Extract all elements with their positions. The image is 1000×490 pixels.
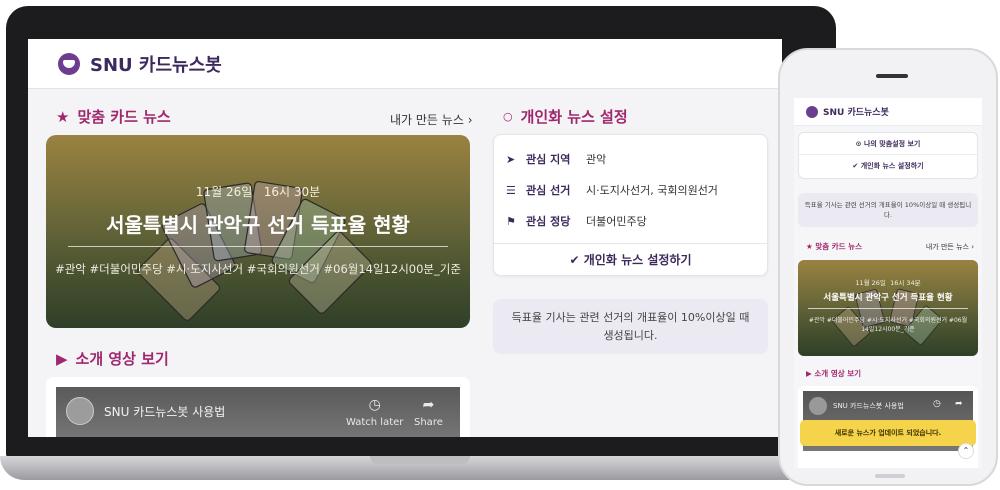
share-arrow-icon: ➦ — [422, 397, 435, 413]
settings-section-title: ○ 개인화 뉴스 설정 — [503, 108, 628, 126]
share-arrow-icon[interactable]: ➦ — [955, 399, 963, 409]
phone-device: SNU 카드뉴스봇 ⊙ 나의 맞춤설정 보기 ✔ 개인화 뉴스 설정하기 득표율… — [778, 48, 998, 486]
mobile-card-datetime: 11월 26일 16시 34분 — [855, 279, 921, 287]
settings-row-election: ☰ 관심 선거 시·도지사선거, 국회의원선거 — [506, 183, 718, 198]
card-datetime: 11월 26일 16시 30분 — [195, 185, 321, 199]
app-brand[interactable]: SNU 카드뉴스봇 — [90, 51, 222, 77]
chevron-right-icon: › — [467, 113, 473, 127]
app-header: SNU 카드뉴스봇 — [28, 39, 782, 89]
clock-icon: ◷ — [368, 397, 381, 413]
laptop-device: SNU 카드뉴스봇 ★ 맞춤 카드 뉴스 내가 만든 뉴스 › 11월 26일 … — [0, 0, 840, 490]
mockup-stage: SNU 카드뉴스봇 ★ 맞춤 카드 뉴스 내가 만든 뉴스 › 11월 26일 … — [0, 0, 1000, 490]
video-player[interactable]: SNU 카드뉴스봇 사용법 ◷ Watch later ➦ Share — [56, 387, 460, 437]
graduation-cap-logo-icon[interactable] — [58, 52, 80, 75]
mobile-card-title: 서울특별시 관악구 선거 득표율 현황 — [823, 293, 953, 303]
clock-icon[interactable]: ◷ — [933, 399, 941, 409]
phone-screen: SNU 카드뉴스봇 ⊙ 나의 맞춤설정 보기 ✔ 개인화 뉴스 설정하기 득표율… — [794, 98, 982, 468]
settings-divider — [494, 243, 767, 244]
my-news-link[interactable]: 내가 만든 뉴스 › — [390, 111, 473, 128]
chevron-right-icon: › — [971, 243, 974, 251]
share-button[interactable]: ➦ Share — [414, 397, 443, 428]
circle-outline-icon: ○ — [503, 110, 513, 123]
phone-speaker — [876, 74, 908, 78]
news-card[interactable]: 11월 26일 16시 30분 서울특별시 관악구 선거 득표율 현황 #관악 … — [46, 135, 470, 328]
play-circle-icon: ▶ — [56, 349, 68, 368]
video-name[interactable]: SNU 카드뉴스봇 사용법 — [104, 403, 225, 420]
mobile-my-news-link[interactable]: 내가 만든 뉴스 › — [926, 242, 974, 252]
mobile-notice: 득표율 기사는 관련 선거의 개표율이 10%이상일 때 생성됩니다. — [798, 193, 978, 227]
mobile-brand[interactable]: SNU 카드뉴스봇 — [823, 105, 889, 118]
mobile-personalize-button[interactable]: ✔ 개인화 뉴스 설정하기 — [799, 155, 977, 177]
mobile-news-card[interactable]: 11월 26일 16시 34분 서울특별시 관악구 선거 득표율 현황 #관악 … — [798, 260, 978, 356]
mobile-video-title: ▶ 소개 영상 보기 — [806, 369, 862, 378]
mobile-channel-avatar[interactable] — [809, 397, 827, 415]
check-icon: ✔ — [852, 162, 859, 170]
mobile-card-tags: #관악 #더불어민주당 #시·도지사선거 #국회의원선거 #06월14일12시0… — [808, 317, 968, 333]
personalize-settings-button[interactable]: ✔ 개인화 뉴스 설정하기 — [494, 251, 767, 268]
watch-later-button[interactable]: ◷ Watch later — [346, 397, 403, 428]
flag-icon: ⚑ — [506, 214, 516, 228]
card-divider — [68, 246, 448, 247]
settings-panel: ➤ 관심 지역 관악 ☰ 관심 선거 시·도지사선거, 국회의원선거 ⚑ 관심 … — [493, 134, 768, 276]
channel-avatar[interactable] — [66, 397, 94, 425]
location-arrow-icon: ➤ — [506, 152, 516, 166]
update-toast[interactable]: 새로운 뉴스가 업데이트 되었습니다. — [800, 420, 976, 446]
chevron-circle-down-icon: ⊙ — [855, 140, 862, 148]
check-icon: ✔ — [569, 253, 580, 267]
mobile-recommend-title: ★ 맞춤 카드 뉴스 — [806, 242, 862, 251]
list-icon: ☰ — [506, 183, 516, 197]
star-icon: ★ — [56, 107, 70, 126]
mobile-header: SNU 카드뉴스봇 — [794, 98, 982, 126]
settings-row-region: ➤ 관심 지역 관악 — [506, 152, 607, 167]
mobile-video-name[interactable]: SNU 카드뉴스봇 사용법 — [833, 401, 904, 411]
mobile-logo-icon[interactable] — [806, 105, 818, 118]
recommend-section-title: ★ 맞춤 카드 뉴스 — [56, 107, 171, 127]
laptop-screen: SNU 카드뉴스봇 ★ 맞춤 카드 뉴스 내가 만든 뉴스 › 11월 26일 … — [28, 39, 782, 437]
settings-row-party: ⚑ 관심 정당 더불어민주당 — [506, 214, 647, 229]
view-my-settings-button[interactable]: ⊙ 나의 맞춤설정 보기 — [799, 133, 977, 155]
phone-home-indicator — [875, 474, 905, 478]
card-title: 서울특별시 관악구 선거 득표율 현황 — [106, 213, 410, 237]
play-circle-icon: ▶ — [806, 369, 812, 378]
mobile-card-divider — [808, 308, 968, 309]
card-tags: #관악 #더불어민주당 #시·도지사선거 #국회의원선거 #06월14일12시0… — [55, 262, 461, 276]
scroll-top-icon[interactable]: ⌃ — [958, 443, 974, 459]
mobile-settings-box: ⊙ 나의 맞춤설정 보기 ✔ 개인화 뉴스 설정하기 — [798, 132, 978, 179]
laptop-notch — [370, 456, 470, 464]
star-icon: ★ — [806, 242, 813, 251]
video-embed[interactable]: SNU 카드뉴스봇 사용법 ◷ Watch later ➦ Share — [46, 377, 470, 437]
video-section-title: ▶ 소개 영상 보기 — [56, 349, 169, 369]
vote-rate-notice: 득표율 기사는 관련 선거의 개표율이 10%이상일 때 생성됩니다. — [493, 299, 768, 354]
